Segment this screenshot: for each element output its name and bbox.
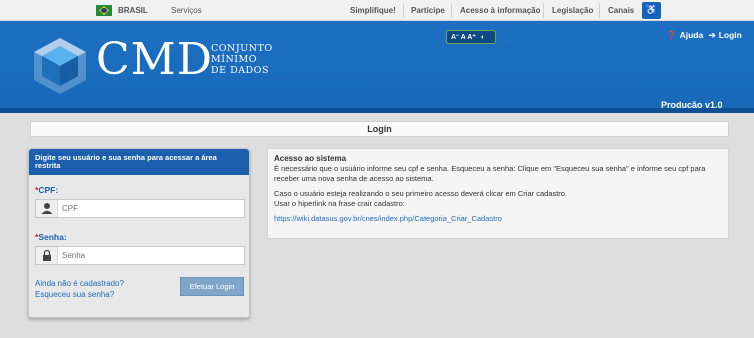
accessibility-icon[interactable]: ♿ [642,2,661,19]
contrast-icon[interactable]: ◐ [481,34,485,41]
divider [599,3,600,18]
login-links: Ainda não é cadastrado? Esqueceu sua sen… [35,278,124,300]
info-title: Acesso ao sistema [274,154,347,163]
senha-field[interactable] [35,246,245,265]
brand-subtitle-line: MÍNIMO [211,54,258,65]
help-link[interactable]: Ajuda [680,30,704,40]
wiki-link[interactable]: https://wiki.datasus.gov.br/cnes/index.p… [274,214,502,223]
senha-input[interactable] [62,249,240,262]
page-title: Login [30,121,729,137]
font-size-buttons[interactable]: Aᐨ A A⁺ [451,34,476,41]
gov-simplifique-link[interactable]: Simplifique! [350,6,396,15]
user-icon [36,200,58,217]
brand-subtitle: CONJUNTO MÍNIMO DE DADOS [211,43,273,76]
login-panel-heading: Digite seu usuário e sua senha para aces… [29,149,249,175]
forgot-password-link[interactable]: Esqueceu sua senha? [35,289,124,300]
info-box: Acesso ao sistema É necessário que o usu… [267,148,729,239]
info-paragraph: Caso o usuário esteja realizando o seu p… [274,189,568,198]
senha-label-text: Senha: [38,232,67,242]
info-paragraph: É necessário que o usuário informe seu c… [274,164,706,183]
site-header: CMD CONJUNTO MÍNIMO DE DADOS Aᐨ A A⁺ ◐ ❓… [0,21,754,113]
login-panel: Digite seu usuário e sua senha para aces… [28,148,250,318]
login-icon[interactable]: ➔ [709,30,716,40]
register-link[interactable]: Ainda não é cadastrado? [35,278,124,289]
divider [403,3,404,18]
brand-subtitle-line: CONJUNTO [211,43,273,54]
senha-label: *Senha: [35,232,67,242]
divider [451,3,452,18]
font-size-controls[interactable]: Aᐨ A A⁺ ◐ [446,30,496,44]
brand-name: CMD [96,34,213,85]
gov-servicos-link[interactable]: Serviços [171,6,202,15]
gov-acesso-informacao-link[interactable]: Acesso à informação [460,6,540,15]
cmd-logo-icon [34,38,86,94]
header-stripe [0,108,754,113]
info-paragraph: Usar o hiperlink na frase crair cadastro… [274,199,405,208]
cpf-label-text: CPF: [38,185,59,195]
login-button[interactable]: Efetuar Login [180,277,244,296]
brazil-flag-icon[interactable] [96,5,112,16]
gov-bar: BRASIL Serviços Simplifique! Participe A… [0,0,754,21]
gov-canais-link[interactable]: Canais [608,6,634,15]
login-link[interactable]: Login [719,30,742,40]
lock-icon [36,247,58,264]
help-icon[interactable]: ❓ [666,30,677,40]
top-links: ❓ Ajuda ➔ Login [666,30,745,41]
cpf-input[interactable] [62,202,240,215]
gov-participe-link[interactable]: Participe [411,6,445,15]
divider [543,3,544,18]
cpf-field[interactable] [35,199,245,218]
cpf-label: *CPF: [35,185,59,195]
brand-subtitle-line: DE DADOS [211,65,269,76]
gov-brasil-link[interactable]: BRASIL [118,6,148,15]
gov-legislacao-link[interactable]: Legislação [552,6,593,15]
